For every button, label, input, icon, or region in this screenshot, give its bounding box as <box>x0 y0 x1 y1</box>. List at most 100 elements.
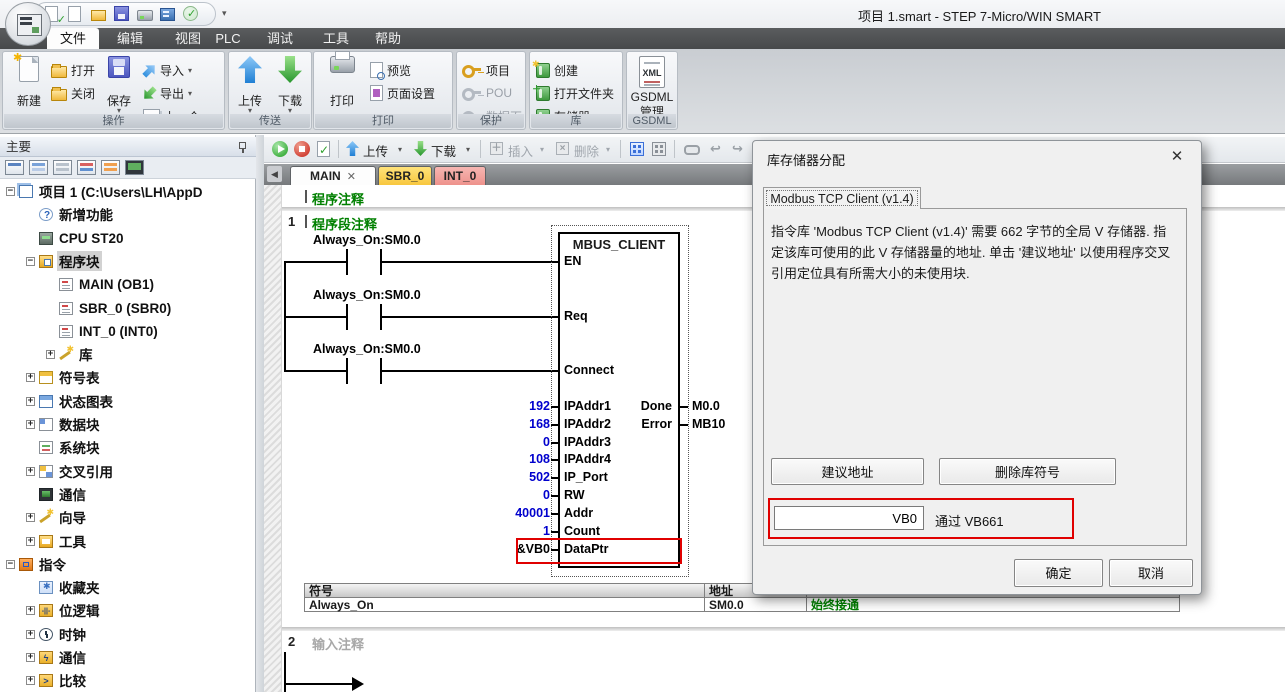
export-button[interactable]: 导出▾ <box>143 83 192 103</box>
tree-item[interactable]: +符号表 <box>26 366 102 388</box>
contact-operand[interactable]: Always_On:SM0.0 <box>313 342 421 356</box>
tab-sbr0[interactable]: SBR_0 <box>378 166 432 185</box>
tree-expander[interactable]: − <box>6 187 15 196</box>
tree-expander[interactable]: − <box>6 560 15 569</box>
import-button[interactable]: 导入▾ <box>143 60 192 80</box>
view-data-block-icon[interactable] <box>77 160 96 175</box>
gsdml-manage-button[interactable]: GSDML 管理 <box>630 54 674 118</box>
symbol-cell[interactable]: Always_On <box>304 597 705 612</box>
tree-item[interactable]: MAIN (OB1) <box>46 273 156 295</box>
tree-expander[interactable]: + <box>26 653 35 662</box>
block-input-value[interactable]: 0 <box>480 488 550 502</box>
tree-item[interactable]: −指令 <box>6 553 68 575</box>
save-button[interactable]: 保存 ▾ <box>99 54 139 116</box>
tree-expander[interactable]: + <box>26 630 35 639</box>
tree-item[interactable]: −项目 1 (C:\Users\LH\AppD <box>6 180 205 202</box>
download-button[interactable]: 下载 <box>431 141 456 160</box>
contact-icon[interactable] <box>346 304 348 330</box>
run-icon[interactable] <box>272 141 288 157</box>
block-input-value[interactable]: 168 <box>480 417 550 431</box>
page-setup-button[interactable]: 页面设置 <box>370 83 435 103</box>
tree-item[interactable]: +交叉引用 <box>26 460 115 482</box>
open-icon[interactable] <box>91 6 108 23</box>
ok-button[interactable]: 确定 <box>1014 559 1103 587</box>
tree-item[interactable]: 通信 <box>26 483 88 505</box>
block-input-value[interactable]: 0 <box>480 435 550 449</box>
block-output-value[interactable]: M0.0 <box>692 399 720 413</box>
tree-expander[interactable]: − <box>26 257 35 266</box>
contact-operand[interactable]: Always_On:SM0.0 <box>313 233 421 247</box>
dialog-close-icon[interactable]: ✕ <box>1167 147 1187 165</box>
address-input[interactable] <box>774 506 924 530</box>
tree-expander[interactable]: + <box>26 420 35 429</box>
tree-expander[interactable]: + <box>26 676 35 685</box>
open-button[interactable]: 打开 <box>51 60 95 80</box>
symbol-column-header[interactable]: 符号 <box>304 583 705 598</box>
view-status-chart-icon[interactable] <box>53 160 72 175</box>
app-menu-button[interactable] <box>5 2 51 46</box>
delete-library-symbol-button[interactable]: 删除库符号 <box>939 458 1116 485</box>
address-cell[interactable]: SM0.0 <box>704 597 807 612</box>
block-input-value[interactable]: 192 <box>480 399 550 413</box>
tree-item[interactable]: +状态图表 <box>26 390 115 412</box>
tab-plc[interactable]: PLC <box>206 28 250 49</box>
contact-icon[interactable] <box>346 249 348 275</box>
tree-expander[interactable]: + <box>26 513 35 522</box>
block-input-value[interactable]: 108 <box>480 452 550 466</box>
stop-icon[interactable] <box>294 141 310 157</box>
tree-expander[interactable]: + <box>26 397 35 406</box>
program-comment[interactable]: 程序注释 <box>312 189 364 208</box>
tree-item[interactable]: +工具 <box>26 530 88 552</box>
protect-project-button[interactable]: 项目 <box>462 60 510 80</box>
quick-access-overflow-icon[interactable]: ▾ <box>222 8 227 19</box>
block-input-value[interactable]: 502 <box>480 470 550 484</box>
upload-button[interactable]: 上传▾ <box>231 54 269 116</box>
tree-item[interactable]: 新增功能 <box>26 203 115 225</box>
lib-create-button[interactable]: ✱ 创建 <box>536 60 578 80</box>
suggest-address-button[interactable]: 建议地址 <box>771 458 924 485</box>
tree-item[interactable]: 收藏夹 <box>26 576 102 598</box>
pin-icon[interactable] <box>239 142 246 149</box>
tree-item[interactable]: 系统块 <box>26 436 102 458</box>
block-input-value[interactable]: 1 <box>480 524 550 538</box>
tab-help[interactable]: 帮助 <box>362 28 414 49</box>
tree-item[interactable]: +库 <box>46 343 95 365</box>
download-button[interactable]: 下载▾ <box>271 54 309 116</box>
tree-item[interactable]: +通信 <box>26 646 88 668</box>
upload-button[interactable]: 上传 <box>363 141 388 160</box>
tab-edit[interactable]: 编辑 <box>104 28 156 49</box>
save-icon[interactable] <box>114 6 131 23</box>
network-comment[interactable]: 程序段注释 <box>312 214 377 233</box>
tree-expander[interactable]: + <box>26 606 35 615</box>
contact-icon[interactable] <box>346 358 348 384</box>
tab-tools[interactable]: 工具 <box>310 28 362 49</box>
contact-operand[interactable]: Always_On:SM0.0 <box>313 288 421 302</box>
compile-icon[interactable] <box>317 141 330 157</box>
new-icon[interactable] <box>68 6 85 23</box>
new-button[interactable]: ✱ 新建 <box>7 54 51 116</box>
tree-expander[interactable]: + <box>46 350 55 359</box>
comment-cell[interactable]: 始终接通 <box>806 597 1180 612</box>
pou-view-icon[interactable] <box>630 142 644 156</box>
tab-scroll-left-icon[interactable]: ◀ <box>267 166 282 182</box>
tree-expander[interactable]: + <box>26 373 35 382</box>
tab-file[interactable]: 文件 <box>47 28 99 49</box>
network-comment[interactable]: 输入注释 <box>312 634 364 653</box>
panel-splitter[interactable] <box>256 135 264 692</box>
tree-item[interactable]: +数据块 <box>26 413 102 435</box>
upload-dropdown-icon[interactable]: ▾ <box>398 145 402 154</box>
tree-expander[interactable]: + <box>26 467 35 476</box>
options-icon[interactable] <box>160 6 177 23</box>
tree-item[interactable]: +位逻辑 <box>26 599 102 621</box>
lib-open-folder-button[interactable]: ＋ 打开文件夹 <box>536 83 614 103</box>
tree-expander[interactable]: + <box>26 537 35 546</box>
tab-debug[interactable]: 调试 <box>254 28 306 49</box>
tab-main[interactable]: MAIN✕ <box>290 166 376 185</box>
view-project-icon[interactable] <box>5 160 24 175</box>
tree-item[interactable]: INT_0 (INT0) <box>46 320 160 342</box>
tree-item[interactable]: +向导 <box>26 506 88 528</box>
download-dropdown-icon[interactable]: ▾ <box>466 145 470 154</box>
print-button[interactable]: 打印 <box>322 54 362 116</box>
preview-button[interactable]: 预览 <box>370 60 411 80</box>
tab-close-icon[interactable]: ✕ <box>347 171 356 183</box>
